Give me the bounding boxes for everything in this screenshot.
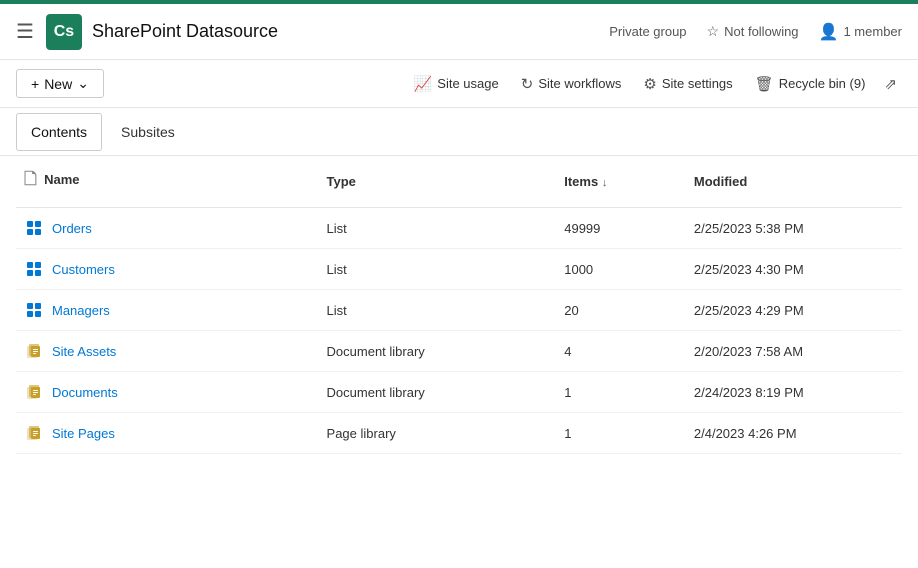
item-name-link[interactable]: Customers	[52, 262, 115, 277]
file-icon: 🗋	[24, 171, 37, 188]
cell-type: Document library	[319, 372, 557, 413]
cell-items: 1	[556, 413, 686, 454]
toolbar: + New ⌄ 📈 Site usage ↻ Site workflows ⚙ …	[0, 60, 918, 108]
chart-icon: 📈	[414, 75, 433, 93]
site-settings-button[interactable]: ⚙ Site settings	[635, 70, 740, 98]
cell-modified: 2/20/2023 7:58 AM	[686, 331, 902, 372]
table-row: Managers List 20 2/25/2023 4:29 PM	[16, 290, 902, 331]
table-row: Site Assets Document library 4 2/20/2023…	[16, 331, 902, 372]
col-header-modified: Modified	[686, 156, 902, 208]
cell-type: List	[319, 290, 557, 331]
doclib-icon	[24, 382, 44, 402]
cell-type: List	[319, 249, 557, 290]
table-row: Documents Document library 1 2/24/2023 8…	[16, 372, 902, 413]
list-icon	[24, 300, 44, 320]
cell-modified: 2/25/2023 4:29 PM	[686, 290, 902, 331]
table-row: Customers List 1000 2/25/2023 4:30 PM	[16, 249, 902, 290]
contents-table: 🗋 Name Type Items ↓ Modified	[16, 156, 902, 454]
item-name-link[interactable]: Site Pages	[52, 426, 115, 441]
col-header-items[interactable]: Items ↓	[556, 156, 686, 208]
expand-icon[interactable]: ⇗	[879, 70, 902, 98]
cell-modified: 2/24/2023 8:19 PM	[686, 372, 902, 413]
toolbar-right: 📈 Site usage ↻ Site workflows ⚙ Site set…	[406, 70, 902, 98]
doclib-icon	[24, 423, 44, 443]
cell-type: Page library	[319, 413, 557, 454]
sort-icon: ↓	[602, 177, 608, 189]
star-icon: ☆	[707, 23, 720, 40]
chevron-down-icon: ⌄	[77, 75, 89, 92]
table-container: 🗋 Name Type Items ↓ Modified	[0, 156, 918, 568]
item-name-link[interactable]: Site Assets	[52, 344, 116, 359]
item-name-link[interactable]: Orders	[52, 221, 92, 236]
table-row: Site Pages Page library 1 2/4/2023 4:26 …	[16, 413, 902, 454]
recycle-bin-button[interactable]: 🗑 Recycle bin (9)	[747, 70, 874, 98]
cell-type: List	[319, 208, 557, 249]
person-icon: 👤	[819, 22, 839, 42]
tab-subsites[interactable]: Subsites	[106, 113, 190, 151]
not-following-button[interactable]: ☆ Not following	[707, 23, 799, 40]
hamburger-icon[interactable]: ☰	[16, 19, 34, 44]
new-button[interactable]: + New ⌄	[16, 69, 104, 98]
cell-name: Site Pages	[16, 413, 319, 454]
cell-items: 20	[556, 290, 686, 331]
tabs-bar: Contents Subsites	[0, 108, 918, 156]
workflow-icon: ↻	[521, 75, 534, 93]
cell-items: 1000	[556, 249, 686, 290]
cell-type: Document library	[319, 331, 557, 372]
app-header: ☰ Cs SharePoint Datasource Private group…	[0, 4, 918, 60]
cell-modified: 2/25/2023 5:38 PM	[686, 208, 902, 249]
cell-items: 49999	[556, 208, 686, 249]
cell-items: 4	[556, 331, 686, 372]
col-header-type: Type	[319, 156, 557, 208]
table-header-row: 🗋 Name Type Items ↓ Modified	[16, 156, 902, 208]
site-usage-button[interactable]: 📈 Site usage	[406, 70, 507, 98]
app-logo: Cs	[46, 14, 82, 50]
member-count-button[interactable]: 👤 1 member	[819, 22, 902, 42]
gear-icon: ⚙	[643, 75, 656, 93]
item-name-link[interactable]: Managers	[52, 303, 110, 318]
table-row: Orders List 49999 2/25/2023 5:38 PM	[16, 208, 902, 249]
cell-items: 1	[556, 372, 686, 413]
header-actions: Private group ☆ Not following 👤 1 member	[609, 22, 902, 42]
cell-modified: 2/4/2023 4:26 PM	[686, 413, 902, 454]
tab-contents[interactable]: Contents	[16, 113, 102, 151]
private-group-label: Private group	[609, 24, 686, 39]
cell-modified: 2/25/2023 4:30 PM	[686, 249, 902, 290]
trash-icon: 🗑	[755, 75, 774, 93]
doclib-icon	[24, 341, 44, 361]
site-workflows-button[interactable]: ↻ Site workflows	[513, 70, 630, 98]
list-icon	[24, 218, 44, 238]
cell-name: Site Assets	[16, 331, 319, 372]
plus-icon: +	[31, 76, 39, 92]
cell-name: Managers	[16, 290, 319, 331]
col-header-name: 🗋 Name	[16, 156, 319, 208]
cell-name: Customers	[16, 249, 319, 290]
list-icon	[24, 259, 44, 279]
app-title: SharePoint Datasource	[92, 21, 609, 42]
cell-name: Orders	[16, 208, 319, 249]
item-name-link[interactable]: Documents	[52, 385, 118, 400]
cell-name: Documents	[16, 372, 319, 413]
